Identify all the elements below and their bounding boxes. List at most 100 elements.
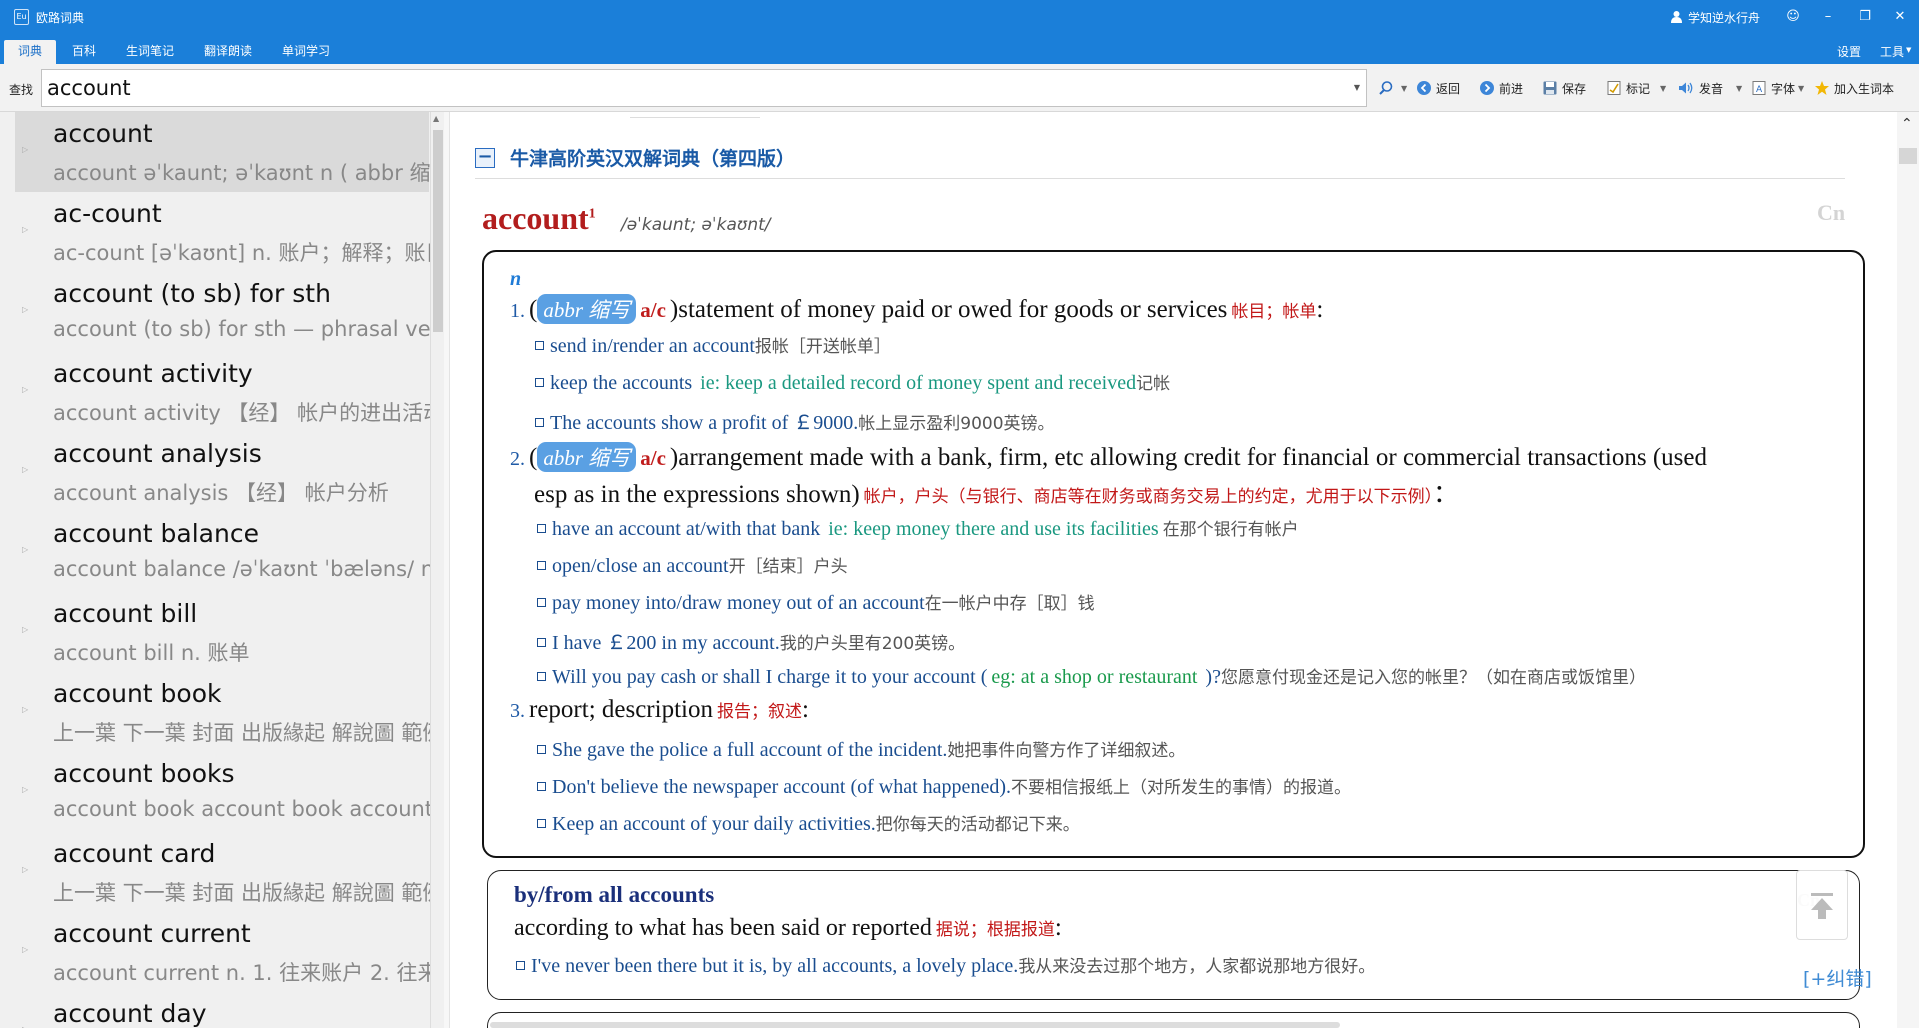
example-en: Will you pay cash or shall I charge it t…: [552, 666, 988, 688]
sense-definition: arrangement made with a bank, firm, etc …: [678, 444, 1708, 471]
scroll-up-icon[interactable]: ▲: [433, 114, 439, 123]
idiom-title: by/from all accounts: [514, 882, 715, 907]
back-to-top-button[interactable]: [1796, 870, 1848, 940]
scroll-up-icon[interactable]: ⌃: [1901, 116, 1913, 132]
sense-definition: statement of money paid or owed for good…: [678, 296, 1228, 323]
search-history-dropdown-icon[interactable]: ▼: [1354, 83, 1360, 92]
example-en: I have ￡200 in my account.: [552, 632, 780, 654]
list-item[interactable]: ▷ account book 上一葉 下一葉 封面 出版緣起 解說圖 範例: [15, 672, 430, 752]
sense-definition: report; description: [529, 696, 713, 723]
title-bar: Eu 欧路词典 学知逆水行舟 ☺ – ❐ ✕: [0, 0, 1919, 35]
lang-toggle-badge[interactable]: Cn: [1817, 200, 1845, 226]
headword: account1: [482, 200, 596, 237]
list-item-word: account: [53, 119, 153, 148]
expand-icon: ▷: [22, 625, 29, 634]
expand-icon: ▷: [22, 865, 29, 874]
tab-encyclopedia[interactable]: 百科: [58, 40, 110, 64]
mark-button[interactable]: 标记 ▼: [1606, 78, 1666, 98]
settings-menu[interactable]: 设置: [1837, 43, 1861, 60]
pronounce-button[interactable]: 发音 ▼: [1677, 78, 1742, 98]
collapse-icon[interactable]: −: [475, 147, 495, 168]
star-icon: [1815, 81, 1829, 95]
font-button[interactable]: A 字体 ▼: [1751, 78, 1804, 98]
divider: [475, 178, 1845, 179]
example-zh: 报帐［开送帐单］: [754, 337, 891, 357]
abbr-tag: abbr 缩写: [537, 294, 637, 324]
correction-link[interactable]: [+纠错]: [1803, 964, 1872, 991]
tools-menu[interactable]: 工具: [1880, 43, 1904, 60]
example: keep the accounts ie: keep a detailed re…: [535, 369, 1170, 395]
back-button[interactable]: 返回: [1416, 78, 1460, 98]
list-item[interactable]: ▷ account balance account balance /əˈkaʊnt…: [15, 512, 430, 592]
word-list-scrollbar[interactable]: ▲: [430, 112, 444, 1028]
list-item[interactable]: ▷ account current account current n. 1. 往来…: [15, 912, 430, 992]
example-en: Don't believe the newspaper account (of …: [552, 776, 1011, 798]
example: I have ￡200 in my account.我的户头里有200英镑。: [537, 626, 965, 655]
user-icon[interactable]: [1670, 10, 1683, 23]
font-icon: A: [1752, 81, 1766, 95]
list-item-desc: account (to sb) for sth — phrasal verb: [53, 317, 430, 341]
list-item[interactable]: ▷ account activity account activity 【经】 帐户…: [15, 352, 430, 432]
list-item[interactable]: ▷ account analysis account analysis 【经】 帐户…: [15, 432, 429, 512]
example: open/close an account开［结束］户头: [537, 552, 848, 578]
horizontal-scrollbar[interactable]: [490, 1022, 1340, 1028]
save-button[interactable]: 保存: [1542, 78, 1586, 98]
scrollbar-thumb[interactable]: [1899, 148, 1917, 164]
expand-icon: ▷: [22, 305, 29, 314]
bullet-icon: [537, 745, 546, 754]
search-input[interactable]: [42, 70, 1338, 106]
example-zh: 把你每天的活动都记下来。: [875, 815, 1080, 835]
dictionary-header: − 牛津高阶英汉双解词典（第四版）: [475, 144, 795, 171]
close-icon[interactable]: ✕: [1888, 6, 1912, 28]
expand-icon: ▷: [22, 545, 29, 554]
tools-dropdown-icon[interactable]: ▼: [1906, 46, 1911, 54]
add-vocab-button[interactable]: 加入生词本: [1814, 78, 1894, 98]
expand-icon: ▷: [22, 705, 29, 714]
example: She gave the police a full account of th…: [537, 736, 1185, 762]
expand-icon: ▷: [22, 785, 29, 794]
example-en: open/close an account: [552, 555, 729, 577]
sense-2-cont: esp as in the expressions shown) 帐户，户头（与…: [534, 481, 1459, 508]
list-item[interactable]: ▷ account books account book account book …: [15, 752, 430, 832]
tab-translate[interactable]: 翻译朗读: [190, 40, 266, 64]
list-item[interactable]: ▷ account bill account bill n. 账单: [15, 592, 429, 672]
list-item[interactable]: ▷account day: [15, 992, 429, 1028]
expand-icon: ▷: [22, 145, 29, 154]
content-top-edge: [630, 112, 760, 118]
list-item[interactable]: ▷ account (to sb) for sth account (to sb) …: [15, 272, 430, 352]
bullet-icon: [535, 341, 544, 350]
bullet-icon: [535, 418, 544, 427]
smiley-icon[interactable]: ☺: [1781, 6, 1805, 28]
list-item-desc: 上一葉 下一葉 封面 出版緣起 解說圖 範例: [53, 881, 430, 905]
content-scrollbar[interactable]: ⌃: [1897, 112, 1919, 1028]
tab-word-learning[interactable]: 单词学习: [268, 40, 344, 64]
example-zh: 您愿意付现金还是记入您的帐里？（如在商店或饭馆里）: [1220, 668, 1646, 688]
minimize-icon[interactable]: –: [1816, 6, 1840, 28]
sense-translation: 报告；叙述: [716, 702, 802, 722]
bullet-icon: [537, 638, 546, 647]
part-of-speech: n: [510, 268, 522, 290]
font-dropdown-icon[interactable]: ▼: [1798, 84, 1804, 93]
list-item-selected[interactable]: ▷ account account əˈkaunt; əˈkaʊnt n ( abb…: [15, 112, 430, 192]
scrollbar-thumb[interactable]: [433, 130, 443, 332]
forward-button[interactable]: 前进: [1479, 78, 1523, 98]
pronounce-dropdown-icon[interactable]: ▼: [1736, 84, 1742, 93]
bullet-icon: [516, 961, 525, 970]
list-item-word: account activity: [53, 359, 253, 388]
mark-dropdown-icon[interactable]: ▼: [1660, 84, 1666, 93]
bullet-icon: [535, 378, 544, 387]
bullet-icon: [537, 598, 546, 607]
list-item[interactable]: ▷ ac-count ac-count [əˈkaʊnt] n. 账户；解释；账目: [15, 192, 430, 272]
tab-vocab-notes[interactable]: 生词笔记: [112, 40, 188, 64]
bullet-icon: [537, 819, 546, 828]
sense-translation: 帐户，户头（与银行、商店等在财务或商务交易上的约定，尤用于以下示例）: [863, 487, 1434, 507]
tab-dictionary[interactable]: 词典: [4, 40, 57, 64]
search-options-button[interactable]: ▼: [1378, 78, 1407, 98]
example-en: pay money into/draw money out of an acco…: [552, 592, 925, 614]
list-item[interactable]: ▷ account card 上一葉 下一葉 封面 出版緣起 解說圖 範例: [15, 832, 430, 912]
restore-icon[interactable]: ❐: [1853, 6, 1877, 28]
magnifier-icon: [1379, 81, 1393, 95]
user-name[interactable]: 学知逆水行舟: [1688, 9, 1760, 26]
dictionary-name[interactable]: 牛津高阶英汉双解词典（第四版）: [510, 144, 795, 171]
chevron-down-icon: ▼: [1401, 83, 1408, 93]
